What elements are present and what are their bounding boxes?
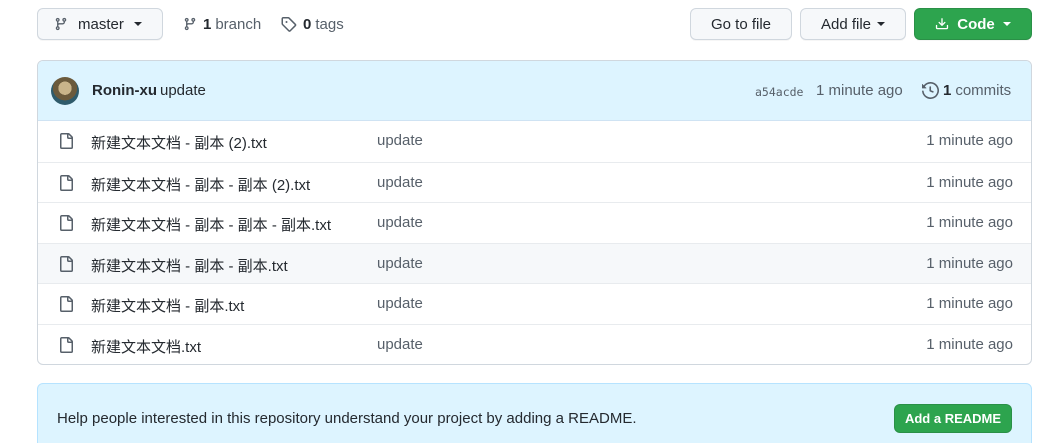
history-icon	[922, 82, 939, 99]
file-age: 1 minute ago	[926, 335, 1013, 353]
file-name[interactable]: 新建文本文档 - 副本 (2).txt	[91, 132, 267, 153]
add-readme-button[interactable]: Add a README	[894, 404, 1012, 433]
file-row[interactable]: 新建文本文档 - 副本 - 副本 (2).txt update 1 minute…	[38, 161, 1031, 203]
commits-label: commits	[955, 82, 1012, 99]
add-file-label: Add file	[820, 15, 872, 33]
file-icon	[58, 296, 74, 312]
branches-label: branch	[215, 15, 262, 33]
file-commit-message[interactable]: update	[377, 336, 423, 353]
avatar[interactable]	[51, 77, 79, 105]
branches-link[interactable]: 1 branch	[183, 8, 261, 40]
file-row[interactable]: 新建文本文档 - 副本 - 副本.txt update 1 minute ago	[38, 242, 1031, 283]
file-age: 1 minute ago	[926, 173, 1013, 191]
file-icon	[58, 174, 74, 191]
chevron-down-icon	[133, 22, 142, 26]
file-icon	[58, 215, 74, 231]
file-commit-message[interactable]: update	[377, 132, 423, 149]
commit-author[interactable]: Ronin-xu	[92, 82, 157, 99]
code-button[interactable]: Code	[914, 8, 1032, 40]
tags-count: 0	[303, 15, 312, 33]
tags-link[interactable]: 0 tags	[280, 8, 344, 40]
file-icon	[58, 336, 74, 353]
file-age: 1 minute ago	[926, 132, 1013, 149]
file-name[interactable]: 新建文本文档 - 副本 - 副本 (2).txt	[91, 174, 310, 195]
readme-banner: Help people interested in this repositor…	[37, 383, 1032, 443]
file-commit-message[interactable]: update	[377, 214, 423, 231]
file-commit-message[interactable]: update	[377, 295, 423, 312]
tag-icon	[280, 16, 297, 32]
file-name[interactable]: 新建文本文档 - 副本.txt	[91, 295, 244, 316]
branches-count: 1	[203, 15, 212, 33]
readme-prompt: Help people interested in this repositor…	[57, 410, 637, 427]
file-row[interactable]: 新建文本文档 - 副本 - 副本 - 副本.txt update 1 minut…	[38, 202, 1031, 243]
file-commit-message[interactable]: update	[377, 255, 423, 272]
file-age: 1 minute ago	[926, 295, 1013, 312]
file-commit-message[interactable]: update	[377, 174, 423, 191]
file-list: 新建文本文档 - 副本 (2).txt update 1 minute ago …	[38, 121, 1031, 364]
commits-history-link[interactable]: 1 commits	[922, 82, 1011, 99]
repo-toolbar: master 1 branch 0 tags Go to file Add fi…	[37, 8, 1032, 42]
file-age: 1 minute ago	[926, 254, 1013, 272]
file-listing: Ronin-xu update a54acde 1 minute ago 1 c…	[37, 60, 1032, 365]
branch-selector-button[interactable]: master	[37, 8, 163, 40]
file-age: 1 minute ago	[926, 214, 1013, 231]
git-branch-icon	[54, 16, 68, 32]
file-row[interactable]: 新建文本文档 - 副本.txt update 1 minute ago	[38, 283, 1031, 324]
code-label: Code	[957, 15, 995, 33]
commit-sha[interactable]: a54acde	[755, 85, 803, 99]
tags-label: tags	[315, 15, 344, 33]
commit-age: 1 minute ago	[816, 82, 903, 99]
add-file-button[interactable]: Add file	[800, 8, 906, 40]
chevron-down-icon	[1002, 22, 1011, 26]
branch-name: master	[78, 15, 124, 33]
file-icon	[58, 133, 74, 149]
chevron-down-icon	[877, 22, 886, 26]
commits-count: 1	[943, 82, 952, 99]
git-branch-icon	[183, 16, 197, 32]
commit-message[interactable]: update	[160, 82, 206, 99]
download-icon	[935, 17, 949, 31]
file-row[interactable]: 新建文本文档 - 副本 (2).txt update 1 minute ago	[38, 121, 1031, 162]
go-to-file-button[interactable]: Go to file	[690, 8, 792, 40]
file-name[interactable]: 新建文本文档 - 副本 - 副本.txt	[91, 255, 288, 276]
file-icon	[58, 255, 74, 272]
file-row[interactable]: 新建文本文档.txt update 1 minute ago	[38, 323, 1031, 365]
latest-commit-bar: Ronin-xu update a54acde 1 minute ago 1 c…	[38, 61, 1031, 121]
file-name[interactable]: 新建文本文档.txt	[91, 336, 201, 357]
file-name[interactable]: 新建文本文档 - 副本 - 副本 - 副本.txt	[91, 214, 331, 235]
